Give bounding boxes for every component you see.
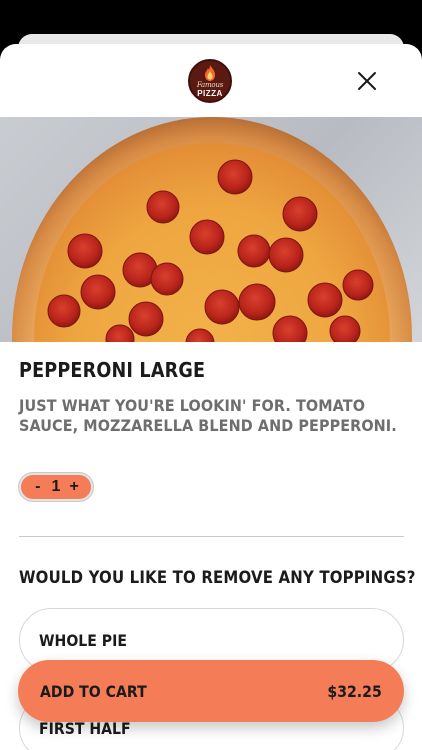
logo-script-text: Famous [196, 80, 224, 89]
decrement-button[interactable]: - [30, 478, 46, 496]
add-to-cart-label: ADD TO CART [40, 681, 147, 701]
logo-word-text: PIZZA [197, 88, 223, 98]
flame-icon [205, 64, 215, 81]
option-label: WHOLE PIE [39, 630, 127, 650]
cart-price: $32.25 [327, 681, 382, 701]
brand-logo: Famous PIZZA [188, 59, 232, 103]
section-divider [19, 536, 404, 537]
toppings-heading: WOULD YOU LIKE TO REMOVE ANY TOPPINGS? [19, 568, 416, 588]
close-icon [358, 72, 376, 90]
close-button[interactable] [356, 70, 378, 92]
add-to-cart-button[interactable]: ADD TO CART $32.25 [18, 660, 404, 722]
product-image [0, 117, 422, 342]
sheet-header: Famous PIZZA [0, 44, 422, 117]
product-sheet: Famous PIZZA PEPPERONI LARGE JUST WHAT Y… [0, 44, 422, 750]
item-title: PEPPERONI LARGE [19, 358, 206, 382]
pizza-illustration [12, 117, 412, 342]
item-description: JUST WHAT YOU'RE LOOKIN' FOR. TOMATO SAU… [19, 396, 397, 435]
quantity-stepper: - 1 + [19, 473, 93, 501]
increment-button[interactable]: + [66, 478, 82, 496]
quantity-value: 1 [51, 478, 61, 495]
